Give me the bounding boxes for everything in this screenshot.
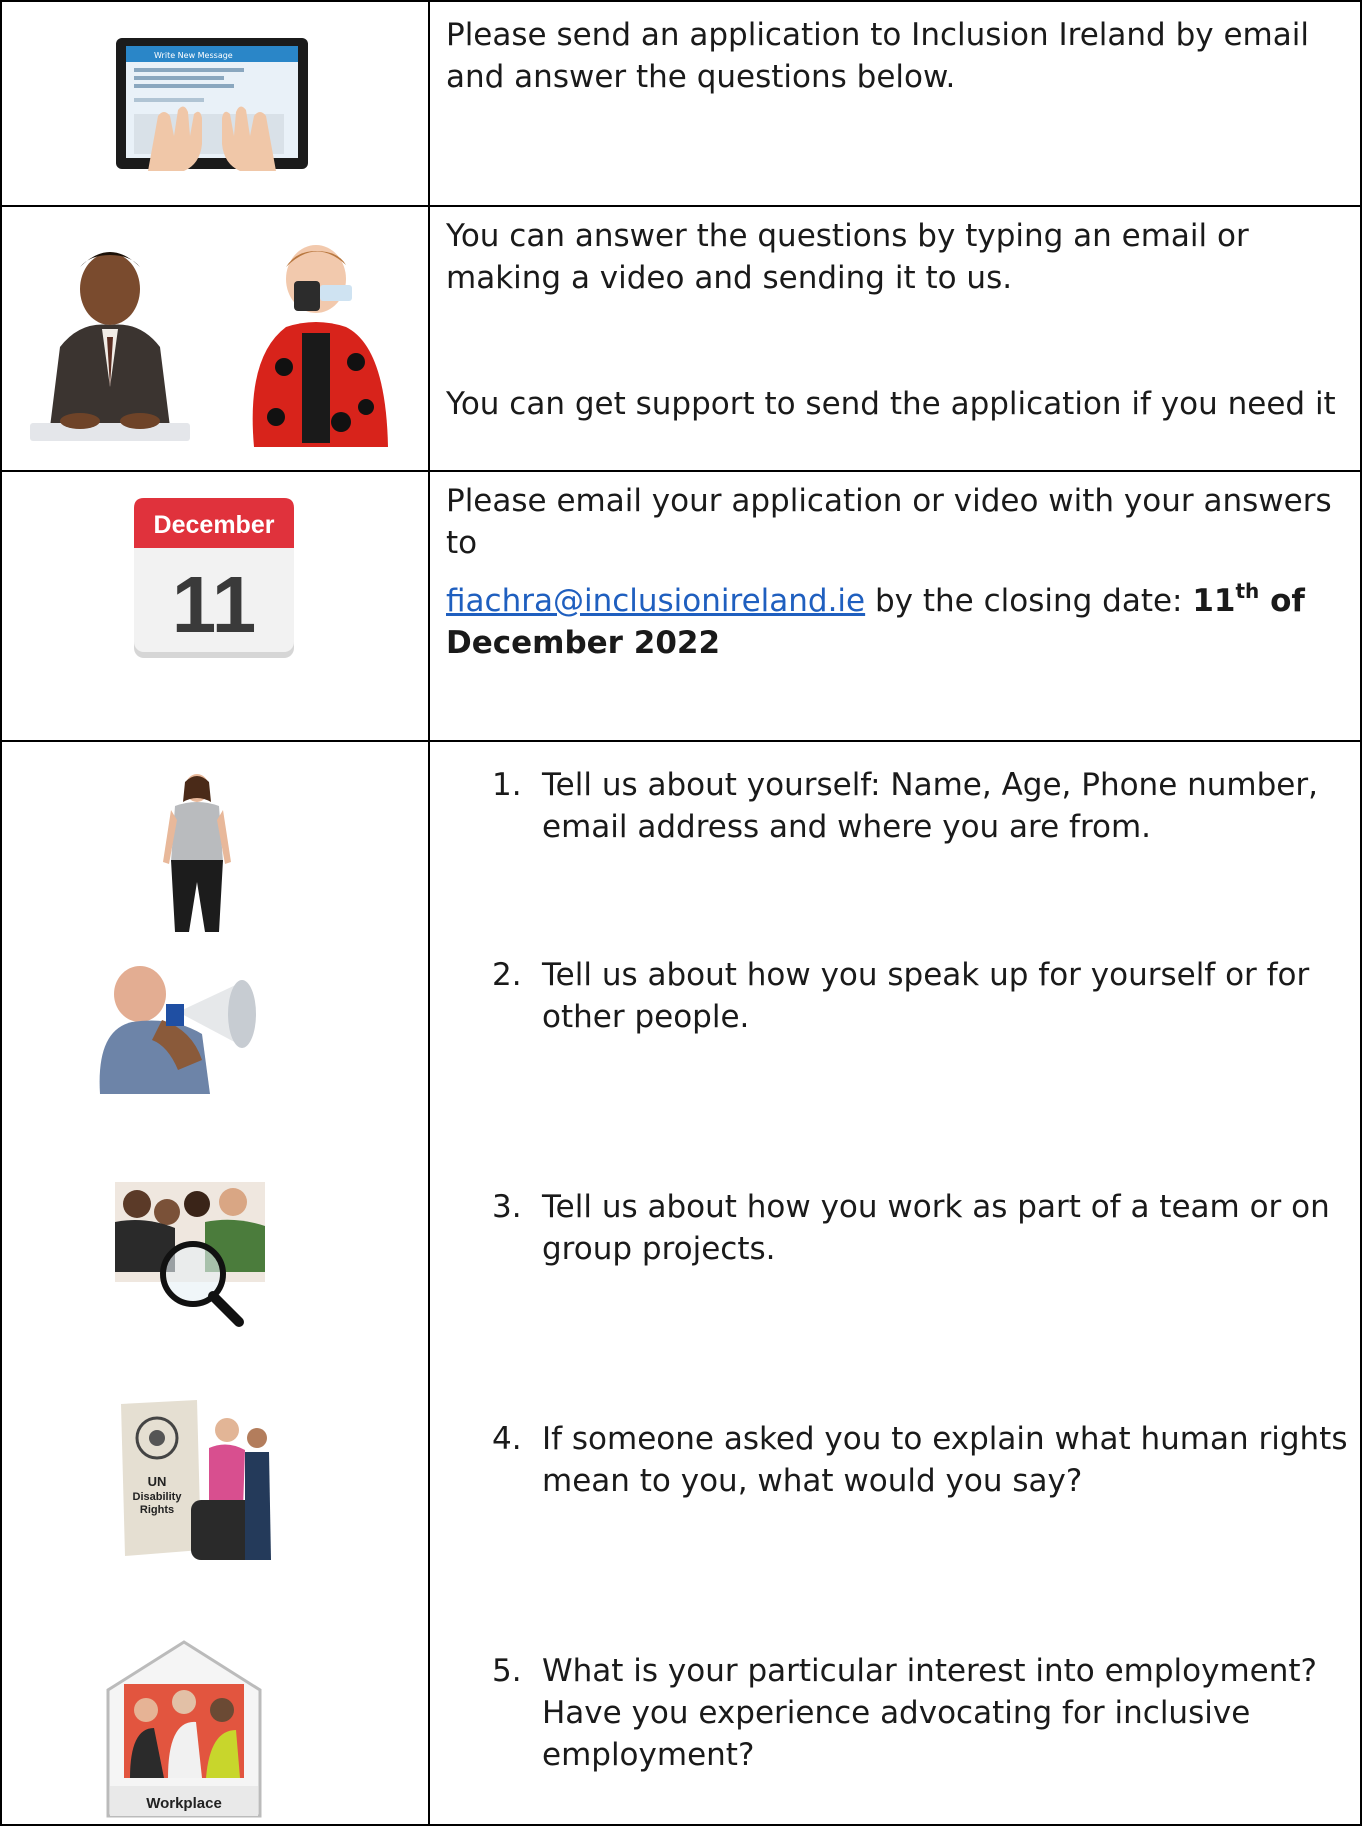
question-text: Tell us about how you work as part of a … [542,1189,1330,1267]
calendar-day: 11 [172,560,257,649]
man-with-megaphone-icon [99,966,256,1094]
tablet-typing-icon: Write New Message [116,38,308,171]
closing-day-suffix: th [1235,578,1260,603]
picture-cell: UN Disability Rights Workplace [0,740,430,1826]
email-link[interactable]: fiachra@inclusionireland.ie [446,583,865,619]
question-number: 2. [492,957,522,993]
email-instruction-text: Please email your application or video w… [446,483,1332,561]
instruction-text: Please send an application to Inclusion … [446,17,1309,95]
closing-date-label: by the closing date: [865,583,1193,619]
questions-cell: 1. Tell us about yourself: Name, Age, Ph… [428,740,1362,1826]
un-badge-text: Disability [133,1491,183,1503]
question-text: If someone asked you to explain what hum… [542,1421,1348,1499]
closing-date-line: fiachra@inclusionireland.ie by the closi… [446,580,1350,664]
question-number: 3. [492,1189,522,1225]
calendar-icon: December 11 [134,498,294,658]
question-text: What is your particular interest into em… [542,1653,1317,1773]
answer-options-text: You can answer the questions by typing a… [446,218,1249,296]
question-text: Tell us about how you speak up for yours… [542,957,1310,1035]
easy-read-table: Write New Message Please send an applica… [0,0,1362,1826]
table-row: UN Disability Rights Workplace 1. Tell u… [0,740,1362,1826]
screen-title: Write New Message [154,51,233,60]
woman-filming-video-icon [252,245,388,447]
document-page: Write New Message Please send an applica… [0,0,1362,1826]
picture-cell: December 11 [0,470,430,742]
calendar-month: December [154,511,275,539]
un-disability-rights-icon: UN Disability Rights [121,1400,271,1560]
table-row: You can answer the questions by typing a… [0,205,1362,472]
man-typing-keyboard-icon [30,252,190,441]
closing-day: 11 [1192,583,1236,619]
table-row: December 11 Please email your applicatio… [0,470,1362,742]
support-text: You can get support to send the applicat… [446,386,1336,422]
question-number: 1. [492,767,522,803]
text-cell: You can answer the questions by typing a… [428,205,1362,472]
group-with-magnifier-icon [115,1182,265,1327]
text-cell: Please send an application to Inclusion … [428,0,1362,207]
un-badge-text: UN [148,1474,167,1489]
question-number: 4. [492,1421,522,1457]
text-cell: Please email your application or video w… [428,470,1362,742]
picture-cell [0,205,430,472]
workplace-icon: Workplace [106,1640,262,1818]
picture-cell: Write New Message [0,0,430,207]
workplace-label: Workplace [146,1795,222,1812]
standing-woman-icon [163,774,231,932]
question-text: Tell us about yourself: Name, Age, Phone… [542,767,1318,845]
table-row: Write New Message Please send an applica… [0,0,1362,207]
question-number: 5. [492,1653,522,1689]
un-badge-text: Rights [140,1504,174,1516]
